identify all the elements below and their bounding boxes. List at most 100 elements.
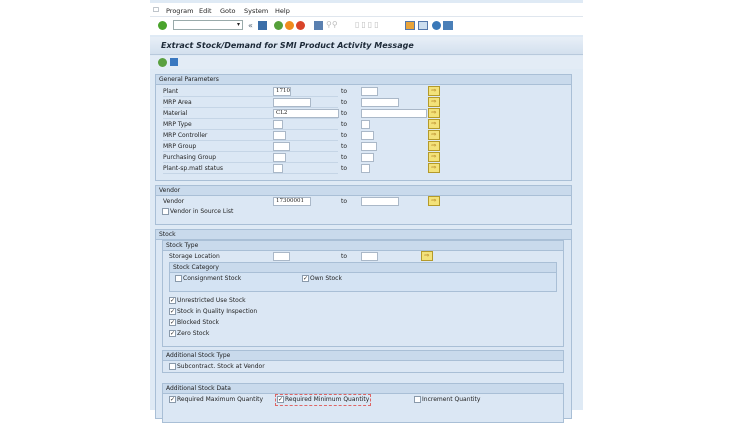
to-label: to [341, 99, 348, 106]
required-min-quantity-checkbox[interactable]: ✓ Required Minimum Quantity [274, 394, 372, 406]
multiple-selection-icon[interactable]: ⇨ [428, 163, 440, 173]
command-field[interactable]: ▾ [173, 20, 243, 30]
blocked-stock-checkbox[interactable]: ✓ Blocked Stock [169, 319, 219, 327]
checkbox-label: Own Stock [310, 275, 342, 282]
checkbox-label: Subcontract. Stock at Vendor [177, 363, 265, 370]
to-label: to [341, 121, 348, 128]
increment-quantity-checkbox[interactable]: Increment Quantity [414, 396, 480, 404]
multiple-selection-icon[interactable]: ⇨ [428, 130, 440, 140]
new-session-icon[interactable] [405, 21, 415, 30]
multiple-selection-icon[interactable]: ⇨ [428, 152, 440, 162]
material-high-input[interactable] [361, 109, 427, 118]
enter-icon[interactable] [158, 21, 167, 30]
menu-program[interactable]: Program [166, 7, 193, 15]
zero-stock-checkbox[interactable]: ✓ Zero Stock [169, 330, 209, 338]
checkbox-label: Zero Stock [177, 330, 210, 337]
mrp-area-high-input[interactable] [361, 98, 399, 107]
vendor-source-list-checkbox[interactable]: Vendor in Source List [162, 208, 233, 216]
to-label: to [341, 253, 348, 260]
to-label: to [341, 88, 348, 95]
collapse-icon[interactable]: « [248, 21, 253, 30]
to-label: to [341, 143, 348, 150]
checkbox-label: Required Minimum Quantity [285, 396, 370, 403]
quality-inspection-stock-checkbox[interactable]: ✓ Stock in Quality Inspection [169, 308, 257, 316]
checkbox-label: Consignment Stock [183, 275, 242, 282]
system-toolbar: ▾ « ⚲⚲ ▯▯▯▯ [150, 17, 583, 35]
shortcut-icon[interactable] [418, 21, 428, 30]
group-header: Stock Category [170, 263, 556, 273]
checkbox-label: Blocked Stock [177, 319, 220, 326]
menu-help[interactable]: Help [275, 7, 290, 15]
multiple-selection-icon[interactable]: ⇨ [428, 196, 440, 206]
plant-sp-matl-status-low-input[interactable] [273, 164, 283, 173]
application-toolbar [150, 56, 583, 69]
multiple-selection-icon[interactable]: ⇨ [421, 251, 433, 261]
menu-goto[interactable]: Goto [220, 7, 236, 15]
window-menu-icon[interactable]: ☐ [153, 6, 159, 14]
checkbox-label: Unrestricted Use Stock [177, 297, 246, 304]
vendor-low-input[interactable]: 17300001 [273, 197, 311, 206]
group-header: Vendor [156, 186, 571, 196]
purchasing-group-label: Purchasing Group [163, 153, 338, 163]
storage-location-high-input[interactable] [361, 252, 378, 261]
required-max-quantity-checkbox[interactable]: ✓ Required Maximum Quantity [169, 396, 263, 404]
checkbox-label: Increment Quantity [422, 396, 481, 403]
plant-label: Plant [163, 87, 338, 97]
exit-icon[interactable] [285, 21, 294, 30]
mrp-controller-low-input[interactable] [273, 131, 286, 140]
purchasing-group-high-input[interactable] [361, 153, 374, 162]
to-label: to [341, 198, 348, 205]
group-header: Stock [156, 230, 571, 240]
unrestricted-use-stock-checkbox[interactable]: ✓ Unrestricted Use Stock [169, 297, 246, 305]
mrp-type-low-input[interactable] [273, 120, 283, 129]
checkbox-label: Required Maximum Quantity [177, 396, 264, 403]
page-title: Extract Stock/Demand for SMI Product Act… [161, 41, 414, 50]
vendor-high-input[interactable] [361, 197, 399, 206]
group-header: General Parameters [156, 75, 571, 85]
layout-icon[interactable] [443, 21, 453, 30]
cancel-icon[interactable] [296, 21, 305, 30]
mrp-area-label: MRP Area [163, 98, 338, 108]
mrp-controller-high-input[interactable] [361, 131, 374, 140]
plant-sp-matl-status-high-input[interactable] [361, 164, 370, 173]
group-header: Stock Type [163, 241, 563, 251]
back-icon[interactable] [274, 21, 283, 30]
plant-sp-matl-status-label: Plant-sp.matl status [163, 164, 338, 174]
menu-system[interactable]: System [244, 7, 268, 15]
consignment-stock-checkbox[interactable]: Consignment Stock [175, 275, 241, 283]
multiple-selection-icon[interactable]: ⇨ [428, 108, 440, 118]
multiple-selection-icon[interactable]: ⇨ [428, 119, 440, 129]
storage-location-label: Storage Location [169, 253, 220, 260]
material-low-input[interactable]: CL2 [273, 109, 339, 118]
save-icon[interactable] [258, 21, 267, 30]
mrp-area-low-input[interactable] [273, 98, 311, 107]
title-bar: Extract Stock/Demand for SMI Product Act… [150, 37, 583, 55]
help-icon[interactable] [432, 21, 441, 30]
checkbox-label: Stock in Quality Inspection [177, 308, 258, 315]
purchasing-group-low-input[interactable] [273, 153, 286, 162]
subcontract-stock-checkbox[interactable]: Subcontract. Stock at Vendor [169, 363, 265, 371]
page-nav-icons[interactable]: ▯▯▯▯ [355, 20, 381, 29]
mrp-group-label: MRP Group [163, 142, 338, 152]
mrp-type-label: MRP Type [163, 120, 338, 130]
to-label: to [341, 154, 348, 161]
storage-location-low-input[interactable] [273, 252, 290, 261]
to-label: to [341, 165, 348, 172]
vendor-label: Vendor [163, 198, 185, 205]
mrp-group-high-input[interactable] [361, 142, 377, 151]
group-header: Additional Stock Type [163, 351, 563, 361]
menu-edit[interactable]: Edit [199, 7, 212, 15]
info-icon[interactable] [170, 58, 178, 66]
mrp-type-high-input[interactable] [361, 120, 370, 129]
execute-icon[interactable] [158, 58, 167, 67]
multiple-selection-icon[interactable]: ⇨ [428, 97, 440, 107]
own-stock-checkbox[interactable]: ✓ Own Stock [302, 275, 342, 283]
multiple-selection-icon[interactable]: ⇨ [428, 86, 440, 96]
multiple-selection-icon[interactable]: ⇨ [428, 141, 440, 151]
group-header: Additional Stock Data [163, 384, 563, 394]
print-icon[interactable] [314, 21, 323, 30]
plant-low-input[interactable]: 1710 [273, 87, 291, 96]
mrp-group-low-input[interactable] [273, 142, 290, 151]
find-icon[interactable]: ⚲⚲ [326, 20, 338, 29]
plant-high-input[interactable] [361, 87, 378, 96]
